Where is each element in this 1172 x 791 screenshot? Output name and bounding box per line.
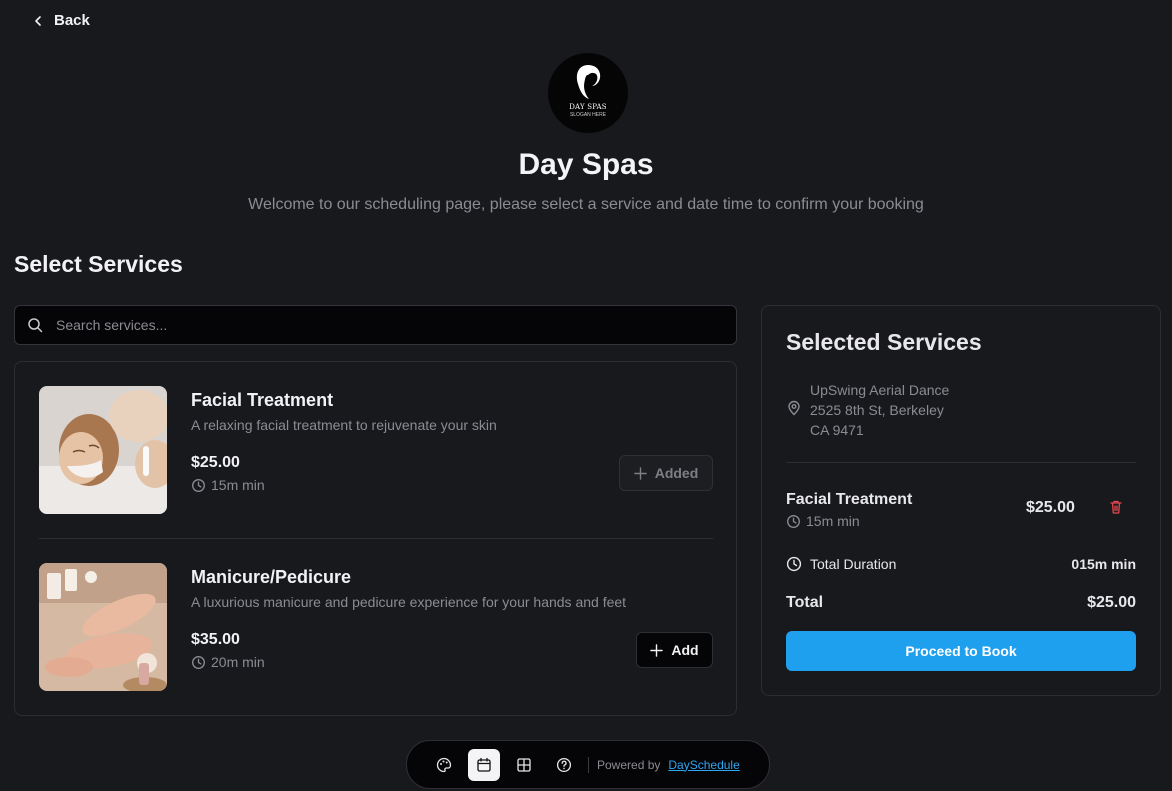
layout-button[interactable] <box>508 749 540 781</box>
proceed-to-book-button[interactable]: Proceed to Book <box>786 631 1136 671</box>
trash-icon <box>1110 500 1122 514</box>
service-duration: 15m min <box>191 477 265 493</box>
panel-divider <box>786 462 1136 463</box>
clock-icon <box>786 556 802 572</box>
service-duration-text: 15m min <box>211 477 265 493</box>
selected-service-duration-text: 15m min <box>806 513 860 529</box>
address-line: CA 9471 <box>810 422 864 438</box>
logo-brand-text: DAY SPAS <box>569 103 607 111</box>
service-duration: 20m min <box>191 654 265 670</box>
total-duration-value: 015m min <box>1071 556 1136 572</box>
add-button[interactable]: Add <box>636 632 713 668</box>
address-line: 2525 8th St, Berkeley <box>810 402 944 418</box>
theme-button[interactable] <box>428 749 460 781</box>
panel-title: Selected Services <box>786 329 982 355</box>
total-duration-row: Total Duration 015m min <box>786 556 1136 572</box>
section-title: Select Services <box>14 251 183 277</box>
service-name: Manicure/Pedicure <box>191 567 352 587</box>
dayschedule-link[interactable]: DaySchedule <box>668 758 739 772</box>
service-price: $25.00 <box>191 454 240 471</box>
search-box <box>14 305 737 345</box>
selected-services-panel: Selected Services UpSwing Aerial Dance 2… <box>761 305 1161 696</box>
facial-treatment-image <box>39 386 167 514</box>
bottom-toolbar: Powered by DaySchedule <box>406 740 770 789</box>
booking-page: Back DAY SPAS SLOGAN HERE Day Spas Welco… <box>0 0 1172 791</box>
manicure-pedicure-image <box>39 563 167 691</box>
back-button[interactable]: Back <box>32 12 90 29</box>
selected-service-duration: 15m min <box>786 513 860 529</box>
service-description: A luxurious manicure and pedicure experi… <box>191 594 627 610</box>
clock-icon <box>192 655 205 669</box>
welcome-message: Welcome to our scheduling page, please s… <box>248 196 924 213</box>
total-value: $25.00 <box>1087 594 1136 611</box>
total-label: Total <box>786 594 824 611</box>
search-icon <box>28 318 43 333</box>
services-list: Facial Treatment A relaxing facial treat… <box>14 361 737 716</box>
business-address: UpSwing Aerial Dance 2525 8th St, Berkel… <box>810 380 949 440</box>
back-label: Back <box>54 12 90 29</box>
service-duration-text: 20m min <box>211 654 265 670</box>
service-card: Manicure/Pedicure A luxurious manicure a… <box>39 563 713 693</box>
chevron-left-icon <box>35 15 41 26</box>
added-button[interactable]: Added <box>619 455 713 491</box>
address-line: UpSwing Aerial Dance <box>810 382 950 398</box>
calendar-icon <box>477 757 491 772</box>
powered-by-text: Powered by <box>597 757 661 772</box>
toolbar-divider <box>588 756 589 773</box>
business-name: Day Spas <box>518 148 654 181</box>
clock-icon <box>192 478 205 492</box>
help-icon <box>556 757 572 772</box>
service-name: Facial Treatment <box>191 390 334 410</box>
selected-service-price: $25.00 <box>1026 499 1075 516</box>
service-description: A relaxing facial treatment to rejuvenat… <box>191 417 497 433</box>
clock-icon <box>787 514 800 528</box>
calendar-button[interactable] <box>468 748 500 781</box>
grid-icon <box>517 757 531 772</box>
plus-icon <box>633 466 647 480</box>
help-button[interactable] <box>548 749 580 781</box>
palette-icon <box>436 757 452 772</box>
total-duration-label: Total Duration <box>810 556 897 572</box>
business-logo: DAY SPAS SLOGAN HERE <box>548 53 628 133</box>
search-input[interactable] <box>56 317 736 333</box>
selected-service-name: Facial Treatment <box>786 491 913 508</box>
woman-silhouette-icon <box>576 65 601 99</box>
remove-service-button[interactable] <box>1108 499 1124 515</box>
service-price: $35.00 <box>191 631 240 648</box>
location-pin-icon <box>788 400 800 416</box>
plus-icon <box>650 643 664 657</box>
add-button-label: Add <box>671 642 699 658</box>
total-row: Total $25.00 <box>786 594 1136 612</box>
logo-slogan-text: SLOGAN HERE <box>569 112 607 118</box>
added-button-label: Added <box>654 465 699 481</box>
service-divider <box>39 538 713 539</box>
service-card: Facial Treatment A relaxing facial treat… <box>39 386 713 516</box>
